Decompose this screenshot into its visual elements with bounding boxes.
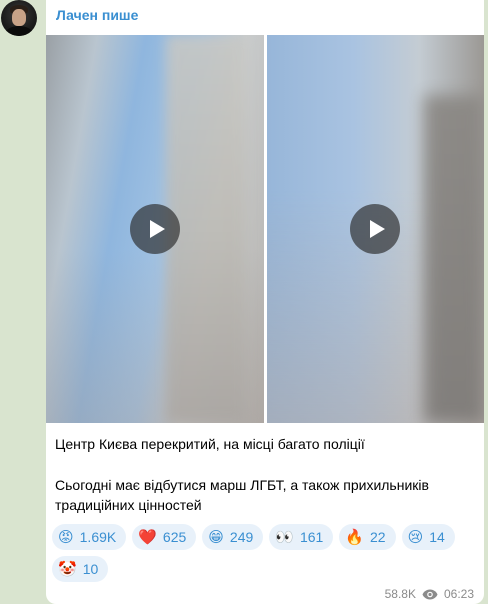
reaction-count: 625 [162,529,187,545]
reaction-count: 10 [82,561,99,577]
angry-face-icon: 😡 [58,528,74,546]
avatar-face [12,9,26,26]
caption-line-2: Сьогодні має відбутися марш ЛГБТ, а тако… [55,477,429,513]
reaction-eyes[interactable]: 👀 161 [269,524,334,550]
eye-icon [422,589,438,599]
message-bubble: Лачен пише Центр Києва перекритий, на мі… [46,0,484,604]
grinning-face-icon: 😁 [208,528,224,546]
reactions-bar: 😡 1.69K ❤️ 625 😁 249 👀 161 🔥 22 😢 14 🤡 1… [52,524,472,582]
reaction-heart[interactable]: ❤️ 625 [132,524,197,550]
reaction-grin[interactable]: 😁 249 [202,524,264,550]
reaction-count: 161 [299,529,324,545]
channel-avatar[interactable] [1,0,37,36]
play-icon[interactable] [350,204,401,254]
clown-face-icon: 🤡 [58,560,77,578]
media-album [46,35,484,423]
message-footer: 58.8K 06:23 [385,587,474,601]
eyes-icon: 👀 [275,528,294,546]
reaction-count: 14 [429,529,445,545]
video-thumbnail-2[interactable] [266,35,484,423]
avatar-shoulders [5,26,33,36]
reaction-count: 22 [370,529,386,545]
caption-line-1: Центр Києва перекритий, на місці багато … [55,436,365,452]
channel-name[interactable]: Лачен пише [56,7,138,23]
fire-icon: 🔥 [345,528,365,546]
reaction-count: 249 [229,529,254,545]
reaction-count: 1.69K [79,529,117,545]
reaction-clown[interactable]: 🤡 10 [52,556,109,582]
video-thumbnail-1[interactable] [46,35,264,423]
reaction-fire[interactable]: 🔥 22 [339,524,396,550]
view-count: 58.8K [384,587,416,601]
reaction-angry[interactable]: 😡 1.69K [52,524,127,550]
play-icon[interactable] [129,204,180,254]
crying-face-icon: 😢 [407,528,424,546]
post-time: 06:23 [443,587,474,601]
reaction-cry[interactable]: 😢 14 [401,524,455,550]
message-caption: Центр Києва перекритий, на місці багато … [55,434,475,515]
heart-icon: ❤️ [138,528,157,546]
